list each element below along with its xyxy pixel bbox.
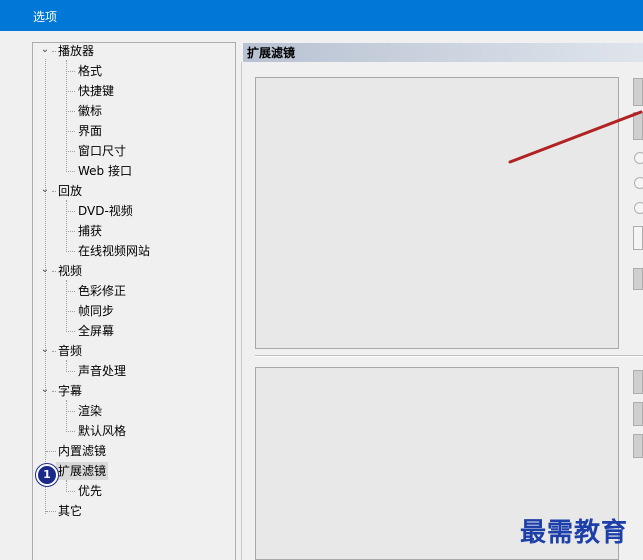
tree-item[interactable]: 音频: [56, 342, 84, 360]
filter-option-radio-3[interactable]: [634, 202, 643, 214]
tree-item[interactable]: Web 接口: [76, 162, 134, 180]
step-badge: 1: [36, 464, 58, 486]
window-title: 选项: [33, 10, 58, 24]
tree-connector: [66, 111, 75, 112]
tree-connector: [66, 91, 75, 92]
tree-item[interactable]: 视频: [56, 262, 84, 280]
tree-item[interactable]: 捕获: [76, 222, 104, 240]
tree-item[interactable]: 默认风格: [76, 422, 128, 440]
add-filter-button[interactable]: [633, 78, 643, 106]
tree-connector: [66, 311, 75, 312]
tree-connector: [66, 131, 75, 132]
panel-title: 扩展滤镜: [247, 46, 296, 60]
separator: [255, 355, 643, 357]
tree-item[interactable]: 色彩修正: [76, 282, 128, 300]
tree-connector: [66, 251, 75, 252]
tree-connector: [66, 151, 75, 152]
tree-item[interactable]: 字幕: [56, 382, 84, 400]
tree-item[interactable]: 快捷键: [76, 82, 116, 100]
tree-connector: [46, 451, 56, 452]
expand-toggle-icon[interactable]: ⌄: [40, 265, 50, 275]
tree-item[interactable]: 优先: [76, 482, 104, 500]
tree-item[interactable]: 格式: [76, 62, 104, 80]
tree-item[interactable]: DVD-视频: [76, 202, 135, 220]
title-bar: 选项: [0, 0, 643, 31]
expand-toggle-icon[interactable]: ⌄: [40, 385, 50, 395]
expand-toggle-icon[interactable]: ⌄: [40, 345, 50, 355]
expand-toggle-icon[interactable]: ⌄: [40, 45, 50, 55]
tree-item[interactable]: 在线视频网站: [76, 242, 152, 260]
tree-connector: [66, 291, 75, 292]
tree-item[interactable]: 声音处理: [76, 362, 128, 380]
tree-item[interactable]: 回放: [56, 182, 84, 200]
tree-item[interactable]: 内置滤镜: [56, 442, 108, 460]
filter-option-radio-2[interactable]: [634, 177, 643, 189]
settings-button-3[interactable]: [633, 434, 643, 458]
tree-connector: [66, 171, 75, 172]
tree-item[interactable]: 其它: [56, 502, 84, 520]
settings-button-2[interactable]: [633, 402, 643, 426]
tree-connector: [66, 211, 75, 212]
red-arrow-annotation: [508, 110, 643, 164]
tree-item[interactable]: 播放器: [56, 42, 96, 60]
settings-button-1[interactable]: [633, 370, 643, 394]
tree-connector: [66, 231, 75, 232]
tree-connector: [66, 431, 75, 432]
move-up-button[interactable]: [633, 268, 643, 290]
tree-connector: [66, 491, 75, 492]
tree-item[interactable]: 徽标: [76, 102, 104, 120]
tree-item[interactable]: 帧同步: [76, 302, 116, 320]
panel-header: 扩展滤镜: [243, 43, 643, 62]
tree-connector: [66, 411, 75, 412]
tree-item[interactable]: 渲染: [76, 402, 104, 420]
tree-connector: [66, 71, 75, 72]
tree-item[interactable]: 窗口尺寸: [76, 142, 128, 160]
filter-merit-field[interactable]: [633, 226, 643, 250]
tree-connector: [46, 511, 56, 512]
watermark: 最需教育: [520, 518, 629, 548]
tree-connector: [66, 331, 75, 332]
tree-item[interactable]: 全屏幕: [76, 322, 116, 340]
tree-item[interactable]: 界面: [76, 122, 104, 140]
options-tree[interactable]: [32, 42, 236, 560]
expand-toggle-icon[interactable]: ⌄: [40, 185, 50, 195]
tree-item[interactable]: 扩展滤镜: [56, 462, 109, 480]
tree-connector: [66, 371, 75, 372]
